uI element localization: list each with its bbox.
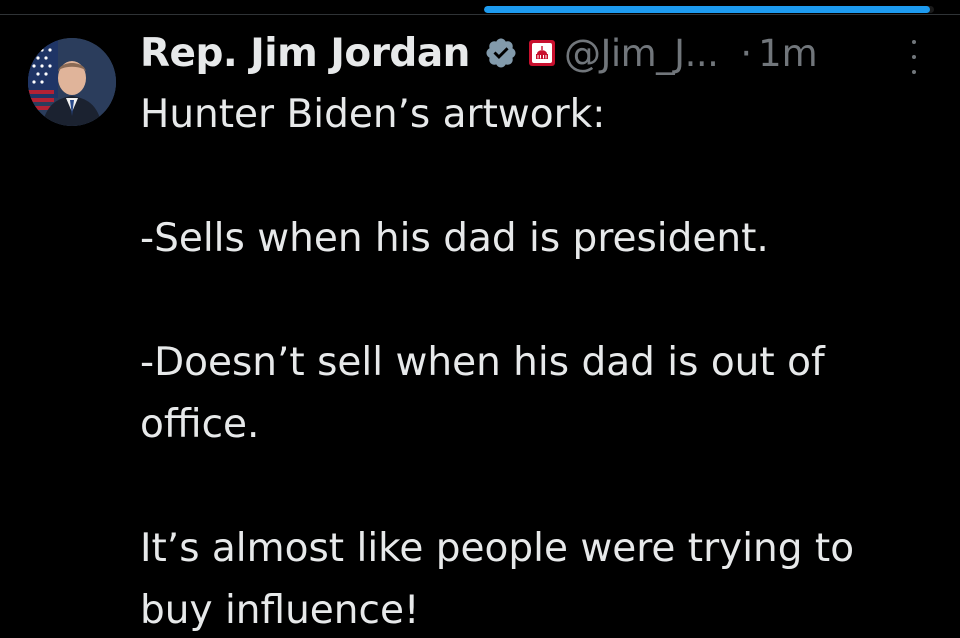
tweet-line: -Doesn’t sell when his dad is out of: [140, 340, 825, 385]
timestamp[interactable]: 1m: [758, 32, 818, 75]
verified-badge-icon[interactable]: [484, 36, 518, 70]
more-dot: [912, 70, 916, 74]
tweet-line: Hunter Biden’s artwork:: [140, 92, 606, 137]
more-dot: [912, 55, 916, 59]
more-options-icon[interactable]: [904, 40, 924, 74]
tweet-body: Hunter Biden’s artwork: -Sells when his …: [140, 84, 940, 638]
more-dot: [912, 40, 916, 44]
tweet-line: office.: [140, 402, 260, 447]
video-progress-fill: [484, 6, 930, 13]
tweet-line: It’s almost like people were trying to: [140, 526, 855, 571]
tweet-line: buy influence!: [140, 588, 420, 633]
tweet-line: -Sells when his dad is president.: [140, 216, 769, 261]
top-divider: [0, 14, 960, 15]
tweet-header: Rep. Jim Jordan @Jim_J... · 1m: [140, 28, 818, 78]
author-handle[interactable]: @Jim_J...: [564, 32, 719, 75]
author-name[interactable]: Rep. Jim Jordan: [140, 31, 470, 76]
separator-dot: ·: [740, 31, 753, 75]
avatar[interactable]: [28, 38, 116, 126]
video-progress-bar[interactable]: [484, 6, 934, 13]
government-badge-icon[interactable]: [528, 39, 556, 67]
profile-photo: [28, 38, 116, 126]
